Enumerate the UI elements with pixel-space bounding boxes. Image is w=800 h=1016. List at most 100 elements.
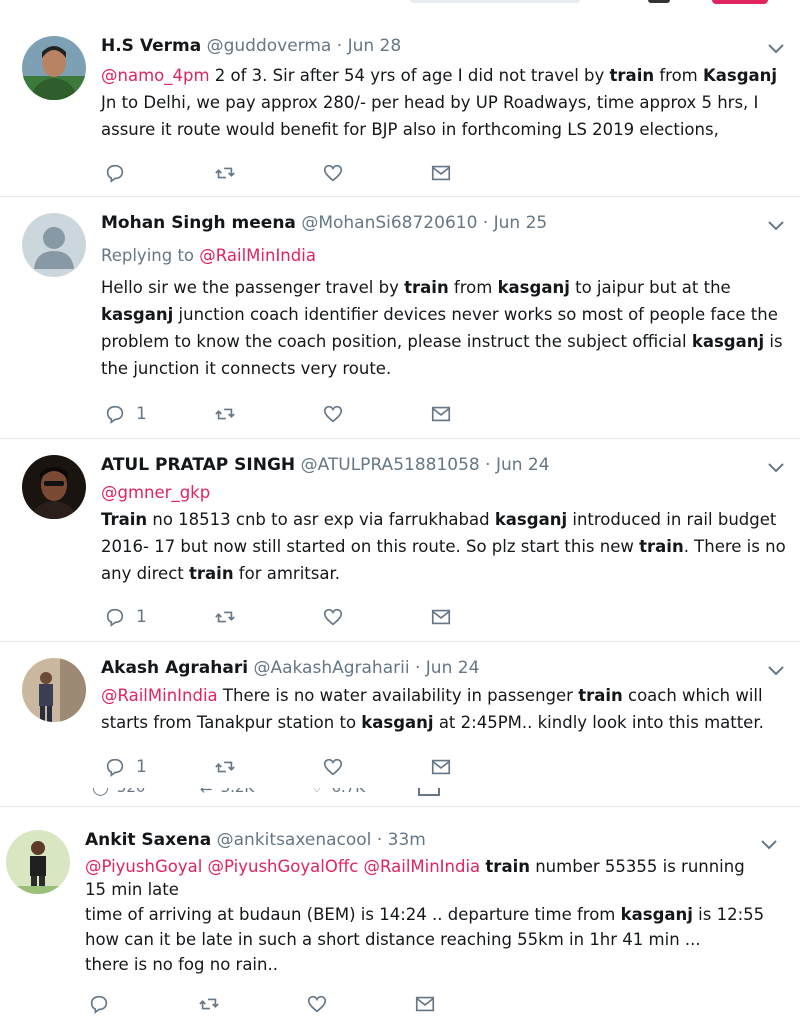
message-button[interactable] <box>430 755 452 779</box>
mention-link[interactable]: @RailMinIndia <box>364 857 481 876</box>
mention-link[interactable]: @PiyushGoyal <box>85 857 202 876</box>
like-count: 6.7K <box>331 788 365 796</box>
tweet[interactable]: Akash Agrahari @AakashAgraharii · Jun 24… <box>0 642 800 788</box>
dot-separator: · <box>485 455 491 475</box>
like-button[interactable] <box>322 402 344 426</box>
keyword: train <box>639 537 684 556</box>
tweet[interactable]: ATUL PRATAP SINGH @ATULPRA51881058 · Jun… <box>0 439 800 639</box>
retweet-button[interactable] <box>214 402 236 426</box>
text-span: to jaipur but at the <box>569 278 731 297</box>
message-button[interactable] <box>430 161 452 185</box>
keyword: kasganj <box>691 332 765 351</box>
message-icon <box>418 788 440 796</box>
dot-separator: · <box>336 36 343 56</box>
tweet-date[interactable]: Jun 24 <box>426 658 480 678</box>
replying-to: Replying to @RailMinIndia <box>101 246 316 266</box>
author-handle[interactable]: @guddoverma <box>207 36 332 56</box>
chevron-down-icon[interactable] <box>765 456 787 478</box>
tweet-text-line: 15 min late <box>85 880 179 899</box>
text-span: no 18513 cnb to asr exp via farrukhabad <box>147 510 495 529</box>
tweet-date[interactable]: Jun 28 <box>348 36 402 56</box>
author-name[interactable]: H.S Verma <box>101 36 201 56</box>
mention-link[interactable]: @namo_4pm <box>101 66 210 85</box>
message-button[interactable] <box>430 605 452 629</box>
reply-button[interactable]: 1 <box>104 605 147 629</box>
avatar[interactable] <box>22 658 86 722</box>
mention-link[interactable]: @RailMinIndia <box>101 686 218 705</box>
tweet-date[interactable]: 33m <box>388 830 426 850</box>
author-name[interactable]: Mohan Singh meena <box>101 213 296 233</box>
tweet-text-line: time of arriving at budaun (BEM) is 14:2… <box>85 905 764 925</box>
retweet-button[interactable] <box>214 755 236 779</box>
author-handle[interactable]: @ankitsaxenacool <box>217 830 372 850</box>
message-icon <box>431 406 451 422</box>
reply-button[interactable] <box>88 992 120 1016</box>
mention-link[interactable]: @PiyushGoyalOffc <box>208 857 359 876</box>
tweet-text-line: assure it route would benefit for BJP al… <box>101 120 719 139</box>
retweet-icon <box>215 761 235 773</box>
keyword: train <box>189 564 234 583</box>
message-button[interactable] <box>430 402 452 426</box>
author-name[interactable]: ATUL PRATAP SINGH <box>101 455 295 475</box>
tweet-text-line: problem to know the coach position, plea… <box>101 332 783 352</box>
retweet-button[interactable] <box>214 161 236 185</box>
like-button[interactable] <box>322 755 344 779</box>
avatar[interactable] <box>6 830 70 894</box>
reply-icon <box>106 758 124 777</box>
tweet-actions <box>88 992 448 1016</box>
retweet-button[interactable] <box>198 992 220 1016</box>
chevron-down-icon[interactable] <box>758 833 780 855</box>
mention-link[interactable]: @RailMinIndia <box>199 246 316 265</box>
message-icon <box>415 996 435 1012</box>
text-span: introduced in rail budget <box>567 510 777 529</box>
keyword: kasganj <box>101 305 174 324</box>
author-handle[interactable]: @AakashAgraharii <box>253 658 409 678</box>
message-button[interactable] <box>414 992 436 1016</box>
avatar[interactable] <box>22 213 86 277</box>
author-handle[interactable]: @MohanSi68720610 <box>301 213 477 233</box>
replying-label: Replying to <box>101 246 200 265</box>
like-button[interactable] <box>322 161 344 185</box>
reply-icon <box>106 608 124 627</box>
divider <box>0 806 800 807</box>
text-span: any direct <box>101 564 189 583</box>
tweet[interactable]: H.S Verma @guddoverma · Jun 28 @namo_4pm… <box>0 22 800 194</box>
mention-link[interactable]: @gmner_gkp <box>101 483 210 503</box>
clipped-action-row: ◯ 320 ⇄ 3.2K ♡ 6.7K <box>0 788 800 806</box>
tweet-text-line: starts from Tanakpur station to kasganj … <box>101 713 764 733</box>
chevron-down-icon[interactable] <box>765 659 787 681</box>
author-name[interactable]: Akash Agrahari <box>101 658 248 678</box>
keyword: train <box>578 686 623 705</box>
tweet-text-line: @RailMinIndia There is no water availabi… <box>101 686 763 706</box>
retweet-button[interactable] <box>214 605 236 629</box>
like-button[interactable] <box>306 992 328 1016</box>
chevron-down-icon[interactable] <box>765 214 787 236</box>
text-span: is 12:55 <box>692 905 765 924</box>
tweet-text-line: any direct train for amritsar. <box>101 564 340 584</box>
retweet-icon: ⇄ <box>200 788 213 796</box>
like-button[interactable] <box>322 605 344 629</box>
tweet[interactable]: Ankit Saxena @ankitsaxenacool · 33m @Piy… <box>0 808 800 1014</box>
retweet-icon <box>199 998 219 1010</box>
retweet-icon <box>215 408 235 420</box>
chevron-down-icon[interactable] <box>765 37 787 59</box>
avatar[interactable] <box>22 36 86 100</box>
tweet-date[interactable]: Jun 25 <box>494 213 548 233</box>
reply-button[interactable]: 1 <box>104 755 147 779</box>
author-name[interactable]: Ankit Saxena <box>85 830 211 850</box>
reply-button[interactable] <box>104 161 136 185</box>
tweet[interactable]: Mohan Singh meena @MohanSi68720610 · Jun… <box>0 197 800 437</box>
author-handle[interactable]: @ATULPRA51881058 <box>301 455 480 475</box>
reply-button[interactable]: 1 <box>104 402 147 426</box>
dot-separator: · <box>482 213 489 233</box>
text-span: number 55355 is running <box>529 857 745 876</box>
retweet-icon <box>215 167 235 179</box>
avatar[interactable] <box>22 455 86 519</box>
tweet-text-line: Hello sir we the passenger travel by tra… <box>101 278 731 298</box>
tweet-date[interactable]: Jun 24 <box>496 455 550 475</box>
text-span: time of arriving at budaun (BEM) is 14:2… <box>85 905 621 924</box>
dot-separator: · <box>414 658 421 678</box>
keyword: train <box>609 66 655 85</box>
message-icon <box>431 609 451 625</box>
tweet-text-line: kasganj junction coach identifier device… <box>101 305 778 325</box>
